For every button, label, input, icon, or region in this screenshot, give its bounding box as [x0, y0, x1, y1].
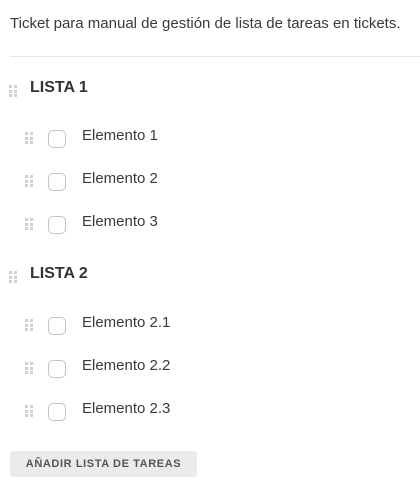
- drag-handle-icon[interactable]: [25, 362, 33, 374]
- ticket-description: Ticket para manual de gestión de lista d…: [10, 15, 401, 32]
- checklist-item: Elemento 2.2: [0, 356, 420, 380]
- drag-handle-icon[interactable]: [25, 405, 33, 417]
- checklist-item: Elemento 3: [0, 212, 420, 236]
- drag-handle-icon[interactable]: [9, 271, 17, 283]
- item-checkbox[interactable]: [48, 403, 66, 421]
- item-checkbox[interactable]: [48, 216, 66, 234]
- checklist-header: LISTA 2: [0, 262, 420, 286]
- drag-handle-icon[interactable]: [9, 85, 17, 97]
- item-label: Elemento 2: [82, 170, 158, 187]
- item-label: Elemento 3: [82, 213, 158, 230]
- item-checkbox[interactable]: [48, 360, 66, 378]
- item-label: Elemento 2.1: [82, 314, 171, 331]
- checklist-item: Elemento 2.3: [0, 399, 420, 423]
- drag-handle-icon[interactable]: [25, 175, 33, 187]
- checklist-item: Elemento 1: [0, 126, 420, 150]
- checklist-title: LISTA 2: [30, 265, 88, 282]
- drag-handle-icon[interactable]: [25, 132, 33, 144]
- item-label: Elemento 2.3: [82, 400, 171, 417]
- drag-handle-icon[interactable]: [25, 218, 33, 230]
- add-checklist-button[interactable]: AÑADIR LISTA DE TAREAS: [10, 451, 197, 477]
- item-label: Elemento 2.2: [82, 357, 171, 374]
- checklist: LISTA 2 Elemento 2.1 Elemento 2.2 Elemen…: [0, 262, 420, 421]
- item-checkbox[interactable]: [48, 130, 66, 148]
- divider: [10, 56, 420, 57]
- item-checkbox[interactable]: [48, 173, 66, 191]
- item-label: Elemento 1: [82, 127, 158, 144]
- item-checkbox[interactable]: [48, 317, 66, 335]
- checklist-header: LISTA 1: [0, 76, 420, 100]
- checklist-item: Elemento 2.1: [0, 313, 420, 337]
- checklist-title: LISTA 1: [30, 79, 88, 96]
- checklist: LISTA 1 Elemento 1 Elemento 2 Elemento 3: [0, 76, 420, 234]
- drag-handle-icon[interactable]: [25, 319, 33, 331]
- checklist-item: Elemento 2: [0, 169, 420, 193]
